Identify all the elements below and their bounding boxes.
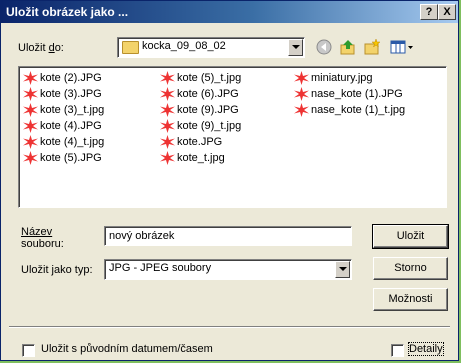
close-button[interactable]: X: [438, 4, 456, 20]
image-file-icon: [23, 151, 38, 165]
save-button[interactable]: Uložit: [372, 224, 449, 249]
filetype-value: JPG - JPEG soubory: [109, 262, 212, 274]
save-in-combo[interactable]: kocka_09_08_02: [117, 37, 305, 58]
details-checkbox[interactable]: [391, 344, 404, 357]
list-item[interactable]: kote_t.jpg: [160, 150, 241, 166]
up-folder-icon[interactable]: [339, 38, 357, 56]
list-item[interactable]: kote (2).JPG: [23, 70, 104, 86]
dialog-title: Uložit obrázek jako ...: [6, 5, 129, 19]
list-item[interactable]: nase_kote (1)_t.jpg: [294, 102, 405, 118]
list-item[interactable]: kote.JPG: [160, 134, 241, 150]
file-list[interactable]: kote (2).JPG kote (3).JPG kote (3)_t.jpg…: [18, 66, 447, 208]
folder-icon: [122, 41, 139, 54]
image-file-icon: [160, 103, 175, 117]
chevron-down-icon[interactable]: [335, 261, 350, 278]
list-item[interactable]: kote (3)_t.jpg: [23, 102, 104, 118]
image-file-icon: [23, 103, 38, 117]
image-file-icon: [160, 151, 175, 165]
image-file-icon: [294, 71, 309, 85]
image-file-icon: [23, 87, 38, 101]
list-item[interactable]: kote (9)_t.jpg: [160, 118, 241, 134]
filetype-label: Uložit jako typ:: [21, 264, 93, 276]
help-button[interactable]: ?: [420, 4, 438, 20]
list-item[interactable]: kote (5)_t.jpg: [160, 70, 241, 86]
save-in-label: Uložit do:: [18, 42, 64, 54]
image-file-icon: [160, 119, 175, 133]
list-item[interactable]: kote (6).JPG: [160, 86, 241, 102]
list-item[interactable]: kote (9).JPG: [160, 102, 241, 118]
cancel-button[interactable]: Storno: [373, 257, 448, 280]
list-item[interactable]: kote (4)_t.jpg: [23, 134, 104, 150]
filename-input[interactable]: nový obrázek: [104, 226, 352, 246]
list-item[interactable]: miniatury.jpg: [294, 70, 405, 86]
file-column-1: kote (2).JPG kote (3).JPG kote (3)_t.jpg…: [23, 70, 104, 166]
image-file-icon: [23, 71, 38, 85]
chevron-down-icon[interactable]: [288, 39, 303, 56]
list-item[interactable]: kote (5).JPG: [23, 150, 104, 166]
image-file-icon: [160, 71, 175, 85]
title-bar: Uložit obrázek jako ... ? X: [1, 1, 458, 23]
divider: [9, 326, 450, 328]
filename-value: nový obrázek: [109, 230, 175, 242]
current-folder: kocka_09_08_02: [142, 40, 226, 52]
details-label: Detaily: [408, 342, 444, 356]
image-file-icon: [23, 119, 38, 133]
file-column-2: kote (5)_t.jpg kote (6).JPG kote (9).JPG…: [160, 70, 241, 166]
filename-label: Název souboru:: [21, 226, 64, 250]
file-column-3: miniatury.jpg nase_kote (1).JPG nase_kot…: [294, 70, 405, 118]
image-file-icon: [23, 135, 38, 149]
keep-date-label: Uložit s původním datumem/časem: [41, 343, 213, 355]
options-button[interactable]: Možnosti: [373, 288, 448, 311]
image-file-icon: [294, 87, 309, 101]
list-item[interactable]: kote (3).JPG: [23, 86, 104, 102]
list-item[interactable]: nase_kote (1).JPG: [294, 86, 405, 102]
image-file-icon: [160, 135, 175, 149]
filetype-select[interactable]: JPG - JPEG soubory: [104, 259, 352, 280]
image-file-icon: [294, 103, 309, 117]
save-dialog: Uložit obrázek jako ... ? X Uložit do: k…: [0, 0, 459, 361]
new-folder-icon[interactable]: [363, 38, 381, 56]
list-item[interactable]: kote (4).JPG: [23, 118, 104, 134]
view-menu-icon[interactable]: [389, 38, 415, 56]
back-icon[interactable]: [315, 38, 333, 56]
keep-date-checkbox[interactable]: [22, 344, 35, 357]
image-file-icon: [160, 87, 175, 101]
